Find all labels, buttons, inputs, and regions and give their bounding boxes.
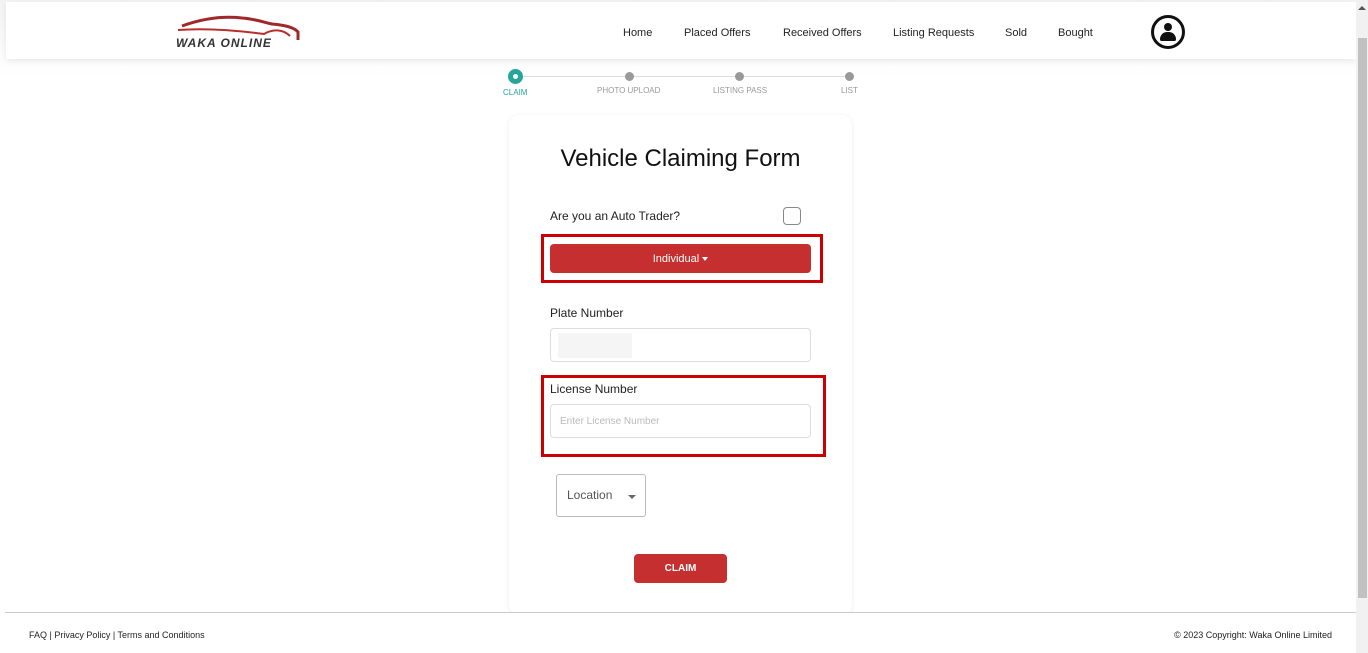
nav-home[interactable]: Home: [623, 27, 652, 39]
form-title: Vehicle Claiming Form: [560, 145, 801, 172]
navbar: WAKA ONLINE Home Placed Offers Received …: [6, 2, 1356, 59]
step-dot-list: [845, 72, 854, 81]
footer-links[interactable]: FAQ | Privacy Policy | Terms and Conditi…: [29, 630, 205, 640]
step-dot-photo-upload: [625, 72, 634, 81]
auto-trader-label: Are you an Auto Trader?: [550, 209, 681, 223]
license-number-input[interactable]: [550, 404, 811, 438]
step-label-photo-upload: PHOTO UPLOAD: [597, 86, 661, 95]
claim-form-card: Vehicle Claiming Form Are you an Auto Tr…: [509, 115, 852, 615]
step-label-list: LIST: [841, 86, 858, 95]
logo-text: WAKA ONLINE: [176, 36, 272, 50]
seller-type-value: Individual: [652, 252, 700, 265]
logo[interactable]: WAKA ONLINE: [174, 14, 304, 52]
nav-placed-offers[interactable]: Placed Offers: [684, 27, 750, 39]
license-number-label: License Number: [550, 382, 638, 396]
step-dot-claim: [508, 69, 523, 84]
seller-type-dropdown[interactable]: Individual: [550, 244, 811, 273]
scrollbar[interactable]: [1356, 0, 1368, 653]
copyright: © 2023 Copyright: Waka Online Limited: [1174, 630, 1332, 640]
caret-down-icon: [628, 495, 636, 499]
page: WAKA ONLINE Home Placed Offers Received …: [0, 0, 1356, 653]
caret-down-icon: [702, 256, 709, 261]
location-select[interactable]: Location: [556, 474, 646, 517]
footer: FAQ | Privacy Policy | Terms and Conditi…: [5, 612, 1356, 653]
scroll-up-icon[interactable]: [1358, 6, 1366, 10]
location-select-value: Location: [567, 488, 613, 502]
nav-sold[interactable]: Sold: [1005, 27, 1027, 39]
plate-number-autofill: [558, 333, 632, 358]
stepper-line: [516, 76, 850, 77]
progress-stepper: CLAIM PHOTO UPLOAD LISTING PASS LIST: [503, 69, 858, 100]
nav-listing-requests[interactable]: Listing Requests: [893, 27, 974, 39]
step-label-claim: CLAIM: [503, 88, 528, 97]
nav-received-offers[interactable]: Received Offers: [783, 27, 862, 39]
nav-bought[interactable]: Bought: [1058, 27, 1093, 39]
claim-button[interactable]: CLAIM: [634, 554, 727, 583]
user-circle-icon[interactable]: [1151, 15, 1185, 49]
auto-trader-checkbox[interactable]: [783, 207, 801, 225]
plate-number-label: Plate Number: [550, 306, 624, 320]
step-label-listing-pass: LISTING PASS: [713, 86, 768, 95]
step-dot-listing-pass: [735, 72, 744, 81]
scrollbar-thumb[interactable]: [1358, 38, 1367, 598]
